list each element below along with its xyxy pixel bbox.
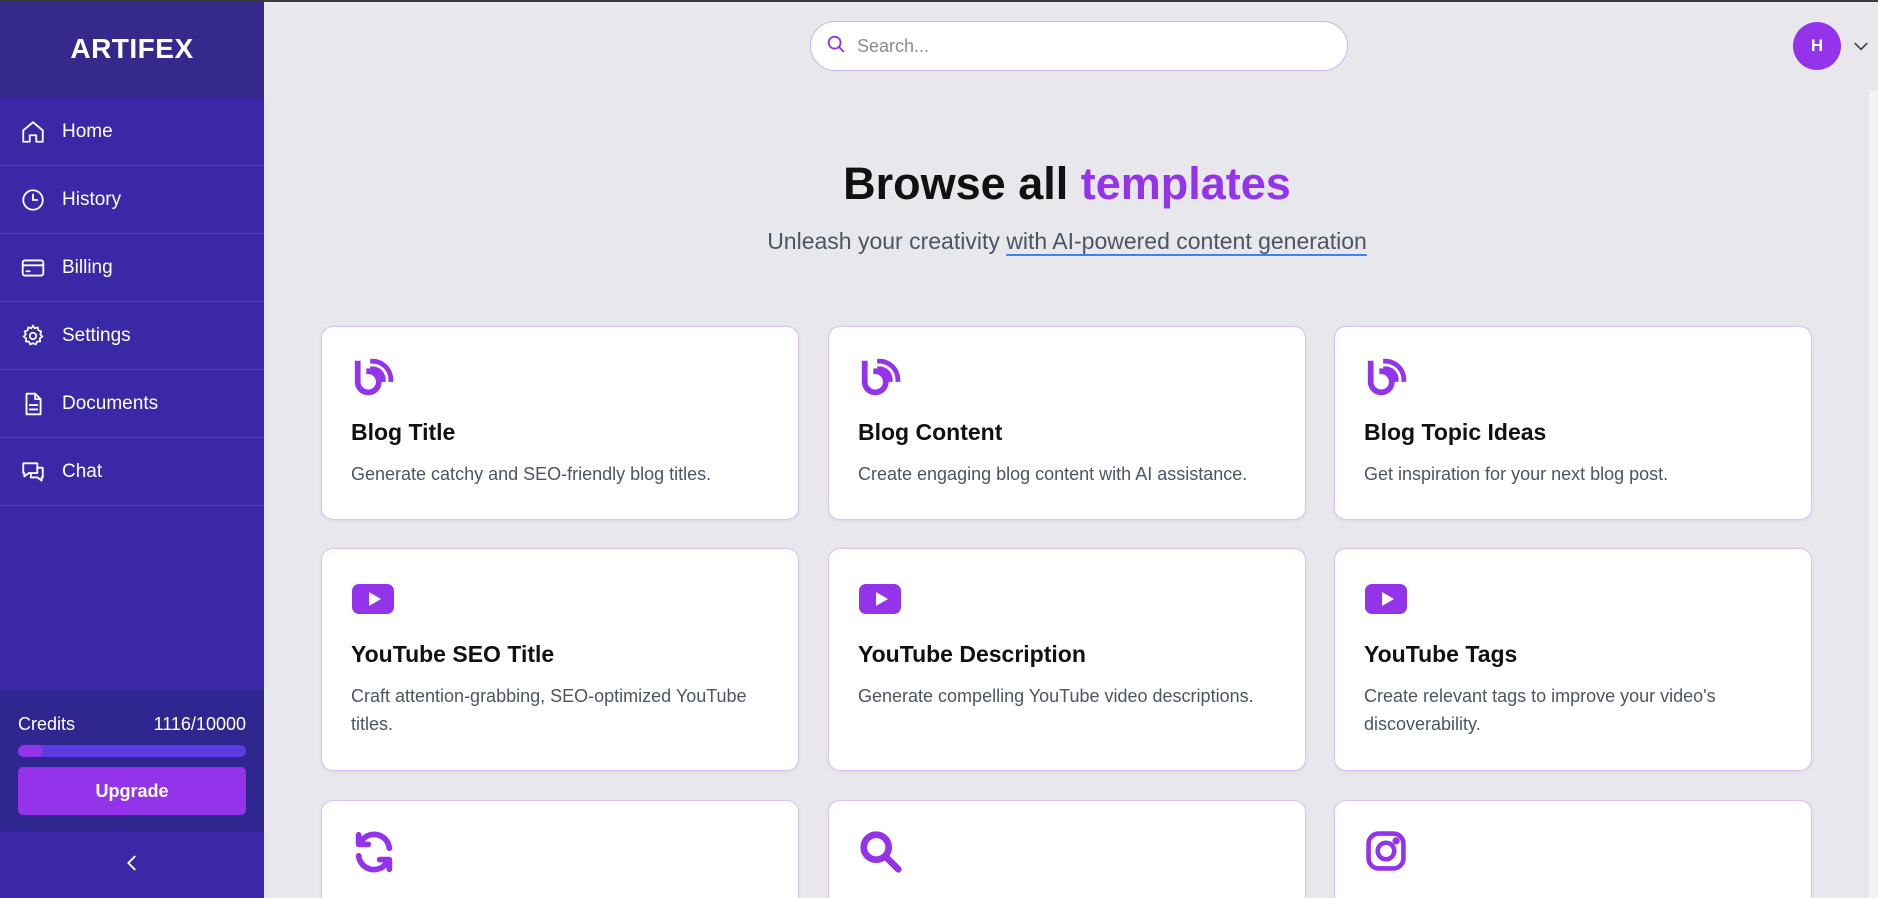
sidebar-nav: Home History Billing Settings Documents — [0, 98, 264, 506]
template-description: Create relevant tags to improve your vid… — [1364, 686, 1716, 734]
template-card-rewrite[interactable] — [321, 800, 799, 898]
credits-value: 1116/10000 — [153, 714, 246, 734]
credit-card-icon — [20, 255, 46, 281]
collapse-sidebar-button[interactable] — [0, 832, 264, 898]
upgrade-button[interactable]: Upgrade — [18, 767, 246, 815]
template-description: Craft attention-grabbing, SEO-optimized … — [351, 686, 747, 734]
template-card-seo[interactable] — [828, 800, 1306, 898]
youtube-icon — [1364, 577, 1410, 623]
youtube-icon — [858, 577, 904, 623]
search-icon — [858, 829, 904, 875]
template-description: Create engaging blog content with AI ass… — [858, 464, 1248, 484]
chevron-left-icon — [121, 852, 143, 879]
sidebar-item-billing[interactable]: Billing — [0, 234, 264, 302]
refresh-icon — [351, 829, 397, 875]
sidebar-item-label: Home — [62, 120, 113, 142]
scrollbar[interactable] — [1869, 90, 1878, 898]
credits-progress-bar — [18, 745, 246, 757]
template-card-blog-topic-ideas[interactable]: Blog Topic Ideas Get inspiration for you… — [1334, 326, 1812, 520]
sidebar-item-label: Documents — [62, 392, 159, 414]
sidebar-item-label: Settings — [62, 324, 131, 346]
search-icon — [825, 33, 847, 60]
template-title: YouTube SEO Title — [351, 641, 555, 667]
page-title: Browse all templates — [264, 158, 1870, 210]
template-card-youtube-description[interactable]: YouTube Description Generate compelling … — [828, 548, 1306, 771]
sidebar-item-label: History — [62, 188, 122, 210]
brand-logo[interactable]: ARTIFEX — [0, 0, 264, 98]
document-icon — [20, 391, 46, 417]
sidebar-item-settings[interactable]: Settings — [0, 302, 264, 370]
sidebar-item-documents[interactable]: Documents — [0, 370, 264, 438]
page-subtitle-link: with AI-powered content generation — [1006, 228, 1367, 254]
page-subtitle: Unleash your creativity with AI-powered … — [264, 228, 1870, 255]
template-title: YouTube Tags — [1364, 641, 1518, 667]
credits-label: Credits — [18, 714, 76, 734]
template-card-instagram[interactable] — [1334, 800, 1812, 898]
template-card-youtube-tags[interactable]: YouTube Tags Create relevant tags to imp… — [1334, 548, 1812, 771]
home-icon — [20, 119, 46, 145]
template-description: Get inspiration for your next blog post. — [1364, 464, 1669, 484]
credits-row: Credits 1116/10000 — [18, 714, 246, 735]
template-title: YouTube Description — [858, 641, 1086, 667]
template-description: Generate compelling YouTube video descri… — [858, 686, 1254, 706]
sidebar-item-history[interactable]: History — [0, 166, 264, 234]
search-input[interactable] — [857, 35, 1317, 57]
template-card-blog-content[interactable]: Blog Content Create engaging blog conten… — [828, 326, 1306, 520]
search-bar[interactable] — [810, 21, 1348, 71]
template-title: Blog Title — [351, 419, 456, 445]
avatar[interactable]: H — [1793, 22, 1841, 70]
template-card-blog-title[interactable]: Blog Title Generate catchy and SEO-frien… — [321, 326, 799, 520]
chevron-down-icon[interactable] — [1851, 36, 1871, 61]
template-title: Blog Content — [858, 419, 1003, 445]
template-description: Generate catchy and SEO-friendly blog ti… — [351, 464, 712, 484]
gear-icon — [20, 323, 46, 349]
credits-panel: Credits 1116/10000 Upgrade — [0, 690, 264, 832]
sidebar: ARTIFEX Home History Billing Settings Do… — [0, 0, 264, 898]
window-top-border — [0, 0, 1878, 2]
page-title-accent: templates — [1080, 158, 1291, 209]
credits-progress-fill — [18, 745, 44, 757]
page-title-main: Browse all — [843, 158, 1069, 209]
template-title: Blog Topic Ideas — [1364, 419, 1547, 445]
blog-icon — [351, 355, 397, 401]
instagram-icon — [1364, 829, 1410, 875]
sidebar-item-home[interactable]: Home — [0, 98, 264, 166]
sidebar-item-label: Billing — [62, 256, 113, 278]
clock-icon — [20, 187, 46, 213]
page-subtitle-text: Unleash your creativity — [767, 228, 1000, 254]
blog-icon — [858, 355, 904, 401]
sidebar-item-chat[interactable]: Chat — [0, 438, 264, 506]
sidebar-item-label: Chat — [62, 460, 103, 482]
template-card-youtube-seo-title[interactable]: YouTube SEO Title Craft attention-grabbi… — [321, 548, 799, 771]
youtube-icon — [351, 577, 397, 623]
blog-icon — [1364, 355, 1410, 401]
chat-icon — [20, 459, 46, 485]
